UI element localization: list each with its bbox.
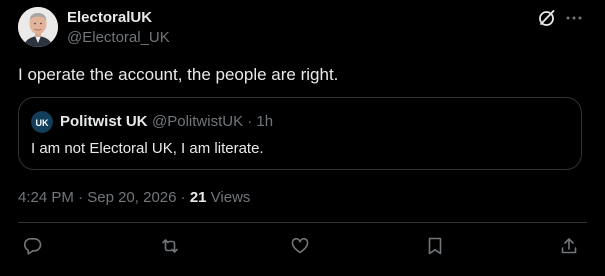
quoted-text: I am not Electoral UK, I am literate. <box>31 140 264 157</box>
quoted-time[interactable]: 1h <box>256 113 273 130</box>
tweet-metadata: 4:24 PM · Sep 20, 2026 · 21 Views <box>18 188 250 207</box>
share-icon[interactable] <box>559 236 579 256</box>
tweet: ElectoralUK @Electoral_UK I operate the … <box>0 0 605 276</box>
avatar-image <box>18 7 58 47</box>
quoted-avatar-text: UK <box>36 118 49 128</box>
divider <box>18 222 587 223</box>
tweet-time[interactable]: 4:24 PM <box>18 189 74 206</box>
author-handle[interactable]: @Electoral_UK <box>67 28 170 47</box>
meta-separator: · <box>78 189 84 206</box>
avatar[interactable] <box>18 7 58 47</box>
views-label[interactable]: Views <box>211 189 251 206</box>
more-icon[interactable] <box>564 8 584 28</box>
tweet-date[interactable]: Sep 20, 2026 <box>87 189 176 206</box>
views-count[interactable]: 21 <box>190 189 207 206</box>
grok-icon[interactable] <box>537 8 557 28</box>
quoted-avatar-image: UK <box>31 111 53 133</box>
tweet-text: I operate the account, the people are ri… <box>18 65 339 84</box>
like-icon[interactable] <box>290 236 310 256</box>
quoted-display-name[interactable]: Politwist UK <box>60 113 148 131</box>
retweet-icon[interactable] <box>160 236 180 256</box>
quoted-meta: @PolitwistUK · 1h <box>152 113 273 131</box>
quoted-handle[interactable]: @PolitwistUK <box>152 113 243 130</box>
meta-separator: · <box>180 189 186 206</box>
author-display-name[interactable]: ElectoralUK <box>67 8 152 27</box>
bookmark-icon[interactable] <box>425 236 445 256</box>
quoted-avatar[interactable]: UK <box>31 111 53 133</box>
quoted-separator: · <box>247 113 253 130</box>
quoted-tweet[interactable]: UK Politwist UK @PolitwistUK · 1h I am n… <box>18 97 582 170</box>
reply-icon[interactable] <box>23 236 43 256</box>
